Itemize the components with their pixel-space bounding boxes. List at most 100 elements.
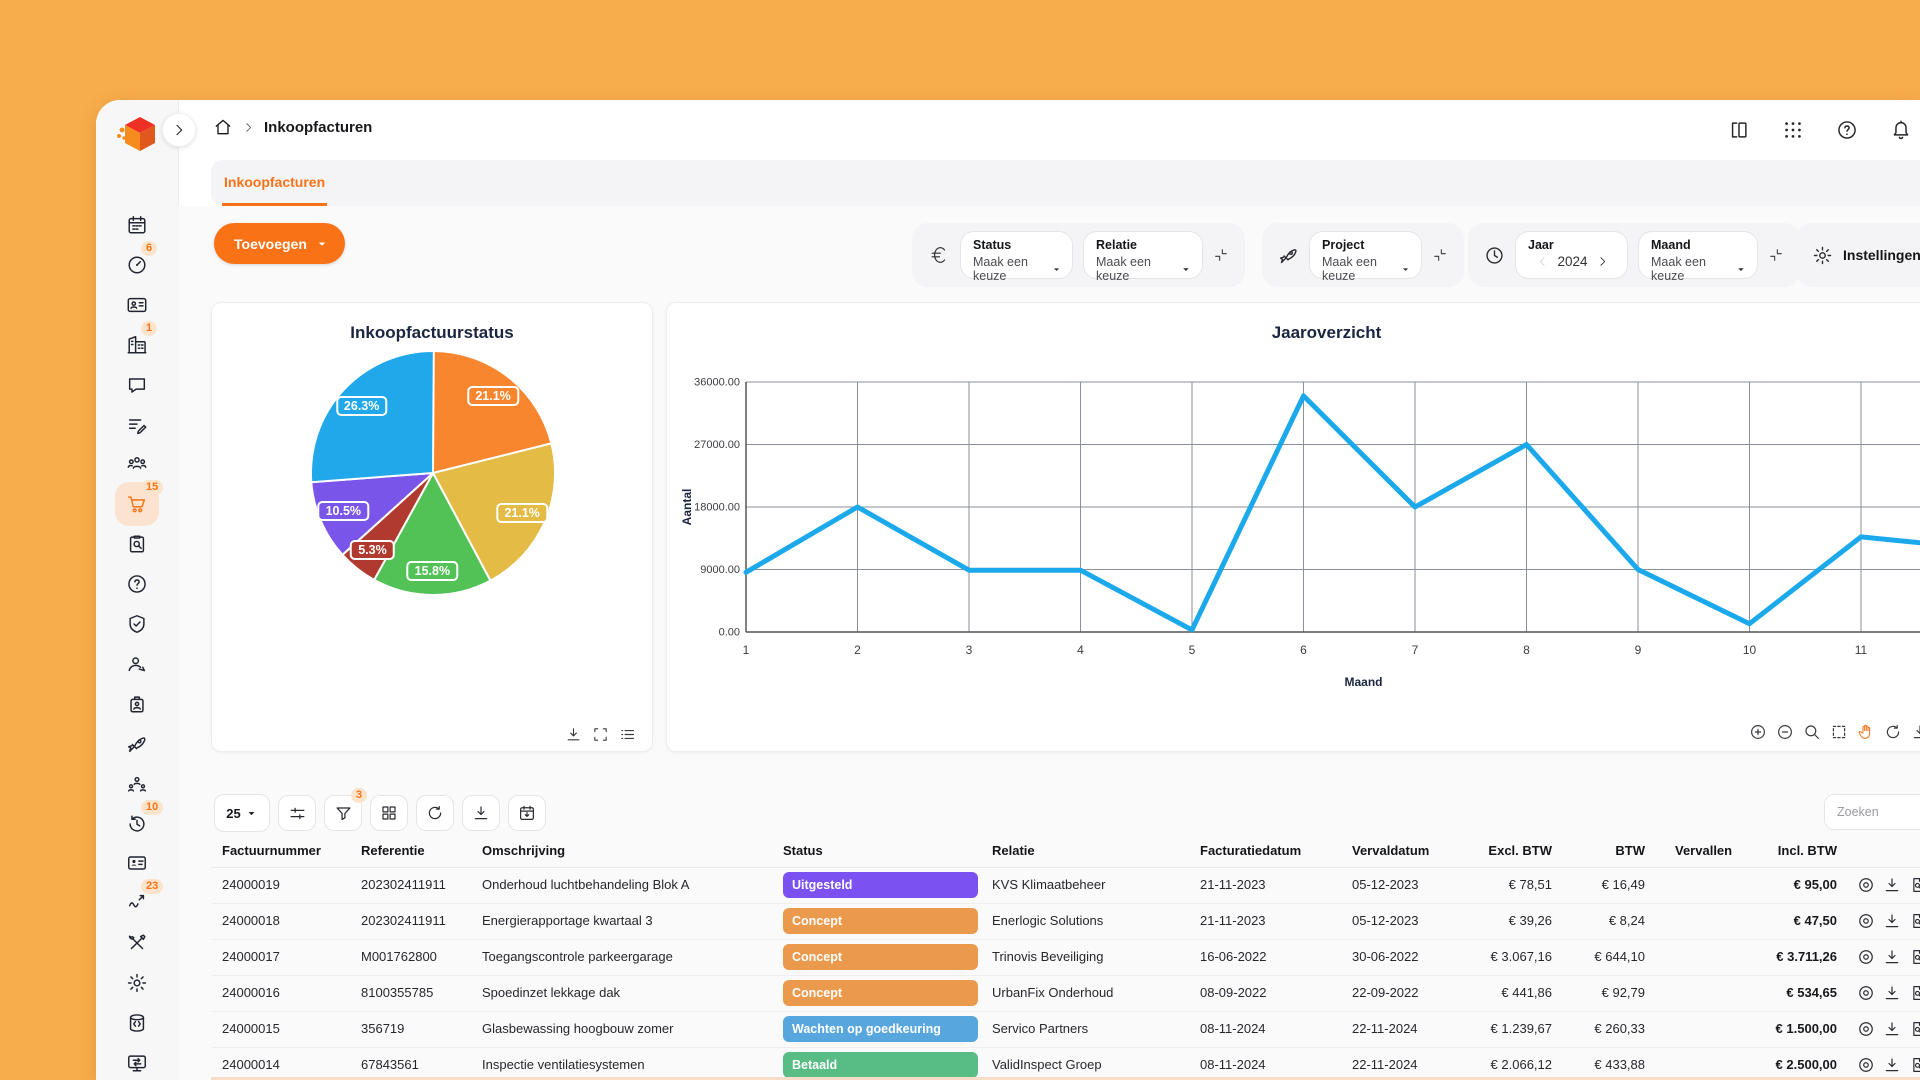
- notifications-icon[interactable]: [1890, 119, 1912, 141]
- filter-settings-group[interactable]: Instellingen: [1796, 223, 1920, 287]
- home-icon[interactable]: [213, 117, 233, 137]
- collapse-filter-icon[interactable]: [1432, 247, 1448, 263]
- column-header-incl_btw[interactable]: Incl. BTW: [1778, 843, 1837, 858]
- svg-text:7: 7: [1412, 643, 1419, 657]
- chart-reset-button[interactable]: [1884, 723, 1902, 741]
- pie-slice[interactable]: [311, 351, 434, 482]
- tab-inkoopfacturen[interactable]: Inkoopfacturen: [222, 160, 327, 206]
- cell-facturatiedatum: 08-09-2022: [1200, 985, 1267, 1000]
- cell-relatie: Enerlogic Solutions: [992, 913, 1103, 928]
- refresh-button[interactable]: [416, 795, 454, 831]
- doc-search-icon: [1909, 984, 1920, 1002]
- chart-zoom-out-button[interactable]: [1776, 723, 1794, 741]
- svg-text:9: 9: [1635, 643, 1642, 657]
- split-view-icon[interactable]: [1728, 119, 1750, 141]
- filter-button[interactable]: 3: [324, 795, 362, 831]
- row-download-button[interactable]: [1883, 876, 1901, 894]
- list-chart-button[interactable]: [619, 726, 636, 743]
- pie-chart-controls: [565, 726, 636, 743]
- column-header-vervallen[interactable]: Vervallen: [1675, 843, 1732, 858]
- chart-box-select-button[interactable]: [1830, 723, 1848, 741]
- chart-hand-button[interactable]: [1857, 723, 1875, 741]
- previous-year-icon[interactable]: [1536, 255, 1549, 268]
- refresh-icon: [426, 804, 444, 822]
- column-header-omschrijving[interactable]: Omschrijving: [482, 843, 565, 858]
- download-icon: [565, 726, 582, 743]
- pie-slice-label: 21.1%: [467, 386, 518, 406]
- row-download-button[interactable]: [1883, 1056, 1901, 1074]
- help-icon[interactable]: [1836, 119, 1858, 141]
- column-header-referentie[interactable]: Referentie: [361, 843, 425, 858]
- layout-button[interactable]: [370, 795, 408, 831]
- column-header-status[interactable]: Status: [783, 843, 823, 858]
- calendar-export-icon: [518, 804, 536, 822]
- cell-excl_btw: € 39,26: [1509, 913, 1552, 928]
- cell-factuurnummer: 24000016: [222, 985, 280, 1000]
- row-doc-search-button[interactable]: [1909, 1056, 1920, 1074]
- table-row[interactable]: 24000018202302411911Energierapportage kw…: [211, 904, 1920, 940]
- project-filter[interactable]: Project Maak een keuze: [1309, 231, 1422, 279]
- relatie-filter[interactable]: Relatie Maak een keuze: [1083, 231, 1203, 279]
- caret-down-icon: [245, 807, 258, 820]
- column-header-btw[interactable]: BTW: [1615, 843, 1645, 858]
- chart-magnifier-button[interactable]: [1803, 723, 1821, 741]
- column-header-facturatiedatum[interactable]: Facturatiedatum: [1200, 843, 1301, 858]
- download-chart-button[interactable]: [565, 726, 582, 743]
- sidebar-expand-button[interactable]: [162, 113, 196, 147]
- download-icon: [1883, 876, 1901, 894]
- sidebar-item-workstation[interactable]: [113, 1039, 161, 1080]
- table-row[interactable]: 2400001467843561Inspectie ventilatiesyst…: [211, 1048, 1920, 1080]
- row-doc-search-button[interactable]: [1909, 1020, 1920, 1038]
- table-row[interactable]: 240000168100355785Spoedinzet lekkage dak…: [211, 976, 1920, 1012]
- row-doc-search-button[interactable]: [1909, 912, 1920, 930]
- next-year-icon[interactable]: [1596, 255, 1609, 268]
- pie-chart-title: Inkoopfactuurstatus: [212, 323, 652, 343]
- column-header-relatie[interactable]: Relatie: [992, 843, 1035, 858]
- tune-button[interactable]: [278, 795, 316, 831]
- row-download-button[interactable]: [1883, 948, 1901, 966]
- chart-download-button[interactable]: [1911, 723, 1920, 741]
- maand-filter[interactable]: Maand Maak een keuze: [1638, 231, 1758, 279]
- download-icon: [1883, 984, 1901, 1002]
- row-download-button[interactable]: [1883, 912, 1901, 930]
- line-chart[interactable]: 0.009000.0018000.0027000.0036000.0012345…: [667, 303, 1920, 751]
- search-input[interactable]: [1824, 794, 1920, 830]
- zoom-in-icon: [1749, 723, 1767, 741]
- table-row[interactable]: 24000019202302411911Onderhoud luchtbehan…: [211, 868, 1920, 904]
- row-eye-button[interactable]: [1857, 1056, 1875, 1074]
- column-header-factuurnummer[interactable]: Factuurnummer: [222, 843, 321, 858]
- row-eye-button[interactable]: [1857, 948, 1875, 966]
- column-header-vervaldatum[interactable]: Vervaldatum: [1352, 843, 1429, 858]
- collapse-filter-icon[interactable]: [1213, 247, 1229, 263]
- maand-filter-value: Maak een keuze: [1651, 255, 1735, 283]
- page-size-select[interactable]: 25: [214, 794, 270, 832]
- cell-incl_btw: € 47,50: [1794, 913, 1837, 928]
- add-invoice-button[interactable]: Toevoegen: [214, 223, 345, 264]
- download-button[interactable]: [462, 795, 500, 831]
- fullscreen-chart-button[interactable]: [592, 726, 609, 743]
- activity-icon: [126, 892, 148, 914]
- row-doc-search-button[interactable]: [1909, 876, 1920, 894]
- collapse-filter-icon[interactable]: [1768, 247, 1784, 263]
- row-eye-button[interactable]: [1857, 984, 1875, 1002]
- app-logo[interactable]: [114, 112, 162, 160]
- chart-zoom-in-button[interactable]: [1749, 723, 1767, 741]
- reset-icon: [1884, 723, 1902, 741]
- row-eye-button[interactable]: [1857, 876, 1875, 894]
- row-eye-button[interactable]: [1857, 912, 1875, 930]
- row-download-button[interactable]: [1883, 1020, 1901, 1038]
- row-eye-button[interactable]: [1857, 1020, 1875, 1038]
- row-download-button[interactable]: [1883, 984, 1901, 1002]
- column-header-excl_btw[interactable]: Excl. BTW: [1488, 843, 1552, 858]
- jaar-filter[interactable]: Jaar 2024: [1515, 231, 1628, 279]
- calendar-export-button[interactable]: [508, 795, 546, 831]
- apps-grid-icon[interactable]: [1782, 119, 1804, 141]
- row-doc-search-button[interactable]: [1909, 984, 1920, 1002]
- cell-omschrijving: Energierapportage kwartaal 3: [482, 913, 653, 928]
- gear-icon: [1812, 245, 1833, 266]
- status-filter[interactable]: Status Maak een keuze: [960, 231, 1073, 279]
- table-row[interactable]: 24000015356719Glasbewassing hoogbouw zom…: [211, 1012, 1920, 1048]
- table-row[interactable]: 24000017M001762800Toegangscontrole parke…: [211, 940, 1920, 976]
- row-doc-search-button[interactable]: [1909, 948, 1920, 966]
- status-filter-value: Maak een keuze: [973, 255, 1051, 283]
